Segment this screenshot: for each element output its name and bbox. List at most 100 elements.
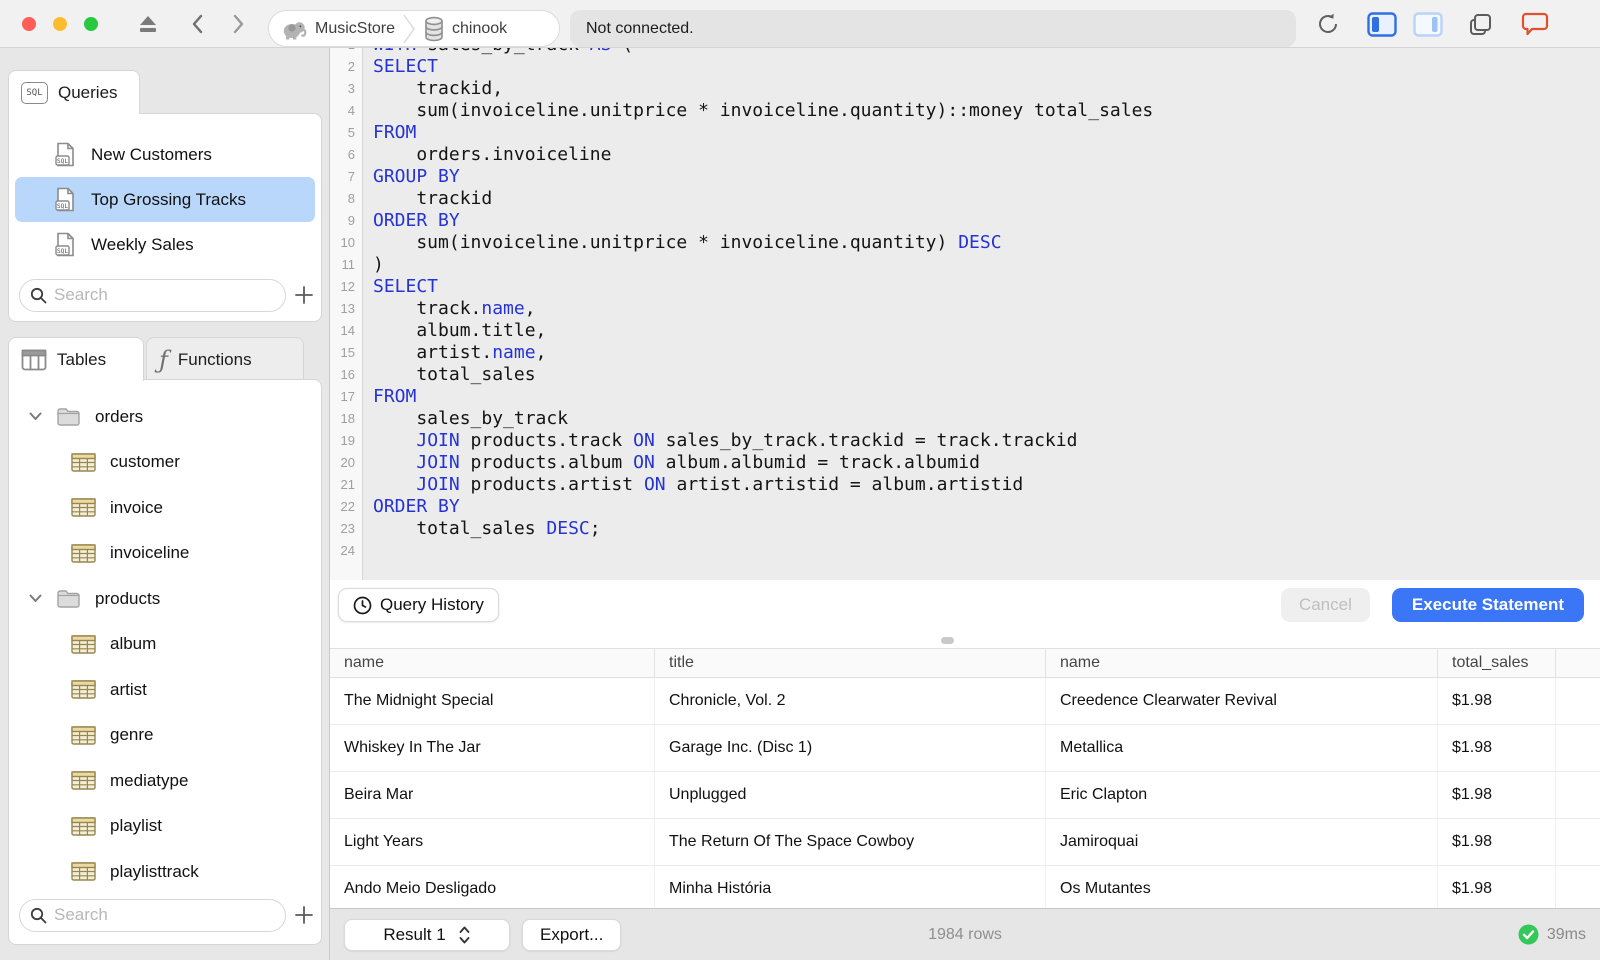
close-window-button[interactable] <box>22 17 36 31</box>
table-columns-icon <box>21 349 47 371</box>
table-cell[interactable]: Garage Inc. (Disc 1) <box>655 725 1046 771</box>
column-header[interactable]: total_sales <box>1438 649 1556 677</box>
line-number: 7 <box>347 169 355 184</box>
forward-button[interactable] <box>226 12 250 36</box>
add-query-button[interactable] <box>292 281 315 309</box>
function-icon: ƒ <box>159 345 168 374</box>
line-number: 20 <box>340 455 355 470</box>
table-cell[interactable]: Ando Meio Desligado <box>330 866 655 912</box>
chat-icon[interactable] <box>1520 12 1550 36</box>
table-cell[interactable]: Chronicle, Vol. 2 <box>655 678 1046 724</box>
result-selector[interactable]: Result 1 <box>344 918 510 951</box>
line-number: 8 <box>347 191 355 206</box>
query-list-item[interactable]: SQL Weekly Sales <box>15 222 315 267</box>
table-row[interactable]: The Midnight Special Chronicle, Vol. 2 Cre… <box>330 678 1600 725</box>
add-table-button[interactable] <box>292 901 315 929</box>
table-cell[interactable]: Jamiroquai <box>1046 819 1438 865</box>
table-cell[interactable]: Light Years <box>330 819 655 865</box>
column-header[interactable]: name <box>330 649 655 677</box>
sql-editor[interactable]: 123456789101112131415161718192021222324 … <box>330 48 1600 580</box>
windows-icon[interactable] <box>1466 12 1494 36</box>
refresh-icon[interactable] <box>1314 12 1342 36</box>
query-history-label: Query History <box>380 595 484 614</box>
tree-item-invoice[interactable]: invoice <box>9 485 321 531</box>
table-cell[interactable]: $1.98 <box>1438 772 1556 818</box>
line-number: 13 <box>340 301 355 316</box>
splitter-handle[interactable] <box>941 637 954 644</box>
execute-statement-button[interactable]: Execute Statement <box>1391 588 1584 622</box>
results-rows: The Midnight Special Chronicle, Vol. 2 Cre… <box>330 678 1600 913</box>
cancel-button[interactable]: Cancel <box>1280 588 1370 622</box>
queries-search-input[interactable] <box>54 285 275 305</box>
table-row[interactable]: Beira Mar Unplugged Eric Clapton $1.98 <box>330 772 1600 819</box>
table-cell[interactable]: Minha História <box>655 866 1046 912</box>
tree-item-playlist[interactable]: playlist <box>9 804 321 850</box>
query-list: SQL New Customers SQL Top Grossing Tracks SQ… <box>9 114 321 267</box>
query-list-item[interactable]: SQL Top Grossing Tracks <box>15 177 315 222</box>
table-cell[interactable]: $1.98 <box>1438 866 1556 912</box>
table-row[interactable]: Ando Meio Desligado Minha História Os Muta… <box>330 866 1600 913</box>
tab-tables[interactable]: Tables <box>8 337 144 381</box>
minimize-window-button[interactable] <box>53 17 67 31</box>
breadcrumb: MusicStore chinook <box>268 10 560 47</box>
query-history-button[interactable]: Query History <box>338 588 499 622</box>
code-line: artist.name, <box>373 342 547 363</box>
table-cell[interactable]: Metallica <box>1046 725 1438 771</box>
tables-search-box[interactable] <box>19 898 286 932</box>
tree-item-genre[interactable]: genre <box>9 713 321 759</box>
tree-item-products[interactable]: products <box>9 576 321 622</box>
table-icon <box>71 635 96 654</box>
export-button[interactable]: Export... <box>522 918 622 951</box>
tree-item-customer[interactable]: customer <box>9 440 321 486</box>
tables-search-input[interactable] <box>54 905 275 925</box>
sql-code-area[interactable]: WITH sales_by_track AS (SELECT trackid, … <box>363 48 1600 580</box>
zoom-window-button[interactable] <box>84 17 98 31</box>
table-cell[interactable]: Eric Clapton <box>1046 772 1438 818</box>
eject-icon[interactable] <box>136 12 160 36</box>
column-header[interactable]: name <box>1046 649 1438 677</box>
line-number: 22 <box>340 499 355 514</box>
table-cell[interactable]: Beira Mar <box>330 772 655 818</box>
tree-item-invoiceline[interactable]: invoiceline <box>9 531 321 577</box>
queries-panel: SQL New Customers SQL Top Grossing Tracks SQ… <box>8 113 322 322</box>
line-number: 19 <box>340 433 355 448</box>
success-check-icon <box>1518 924 1539 945</box>
table-cell[interactable]: The Return Of The Space Cowboy <box>655 819 1046 865</box>
table-row[interactable]: Whiskey In The Jar Garage Inc. (Disc 1) Me… <box>330 725 1600 772</box>
line-number: 24 <box>340 543 355 558</box>
query-list-item[interactable]: SQL New Customers <box>15 132 315 177</box>
table-row[interactable]: Light Years The Return Of The Space Cowbo… <box>330 819 1600 866</box>
breadcrumb-server[interactable]: MusicStore <box>315 20 395 38</box>
tree-item-artist[interactable]: artist <box>9 667 321 713</box>
table-cell[interactable]: Whiskey In The Jar <box>330 725 655 771</box>
table-cell[interactable]: $1.98 <box>1438 819 1556 865</box>
chevron-down-icon[interactable] <box>29 594 42 603</box>
table-icon <box>71 726 96 745</box>
tree-table-label: customer <box>110 452 180 472</box>
export-label: Export... <box>540 924 604 944</box>
toggle-left-sidebar-icon[interactable] <box>1366 11 1398 37</box>
tree-item-mediatype[interactable]: mediatype <box>9 758 321 804</box>
code-line: total_sales DESC; <box>373 518 601 539</box>
table-cell[interactable]: Unplugged <box>655 772 1046 818</box>
code-line: sum(invoiceline.unitprice * invoiceline.… <box>373 100 1154 121</box>
tree-item-album[interactable]: album <box>9 622 321 668</box>
table-cell[interactable]: The Midnight Special <box>330 678 655 724</box>
tab-queries[interactable]: SQL Queries <box>8 70 140 114</box>
chevron-down-icon[interactable] <box>29 412 42 421</box>
table-cell[interactable]: $1.98 <box>1438 725 1556 771</box>
back-button[interactable] <box>186 12 210 36</box>
tab-functions[interactable]: ƒ Functions <box>146 337 304 381</box>
tree-item-playlisttrack[interactable]: playlisttrack <box>9 849 321 895</box>
toggle-right-sidebar-icon[interactable] <box>1412 11 1444 37</box>
table-cell[interactable]: Creedence Clearwater Revival <box>1046 678 1438 724</box>
tree-item-orders[interactable]: orders <box>9 394 321 440</box>
connection-status: Not connected. <box>570 10 1296 47</box>
breadcrumb-database[interactable]: chinook <box>452 20 507 38</box>
table-cell[interactable]: Os Mutantes <box>1046 866 1438 912</box>
table-cell[interactable]: $1.98 <box>1438 678 1556 724</box>
sql-file-icon: SQL <box>55 187 76 212</box>
svg-text:SQL: SQL <box>57 203 68 210</box>
queries-search-box[interactable] <box>19 278 286 312</box>
column-header[interactable]: title <box>655 649 1046 677</box>
